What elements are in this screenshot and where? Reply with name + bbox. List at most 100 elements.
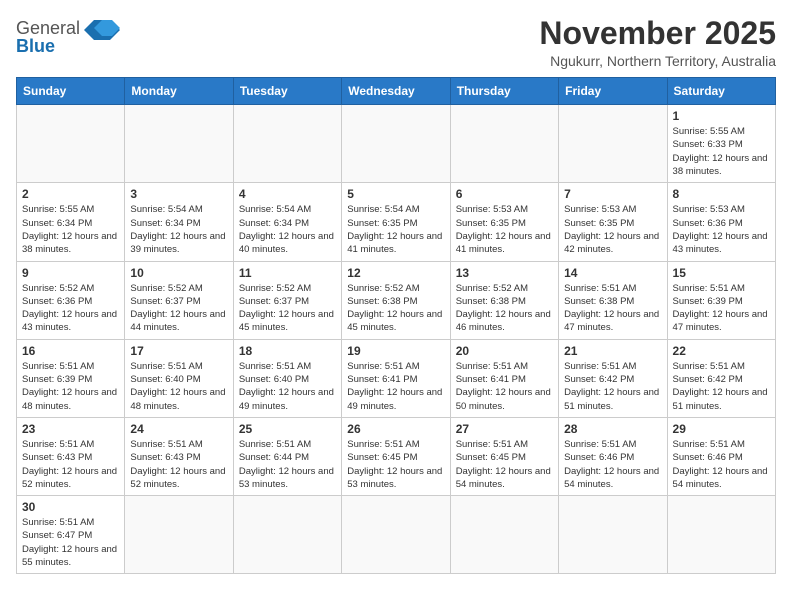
day-number: 26 <box>347 422 444 436</box>
calendar-day-cell: 17 Sunrise: 5:51 AMSunset: 6:40 PMDayligh… <box>125 339 233 417</box>
day-info: Sunrise: 5:51 AMSunset: 6:40 PMDaylight:… <box>130 360 227 413</box>
day-number: 2 <box>22 187 119 201</box>
day-info: Sunrise: 5:51 AMSunset: 6:43 PMDaylight:… <box>22 438 119 491</box>
location-subtitle: Ngukurr, Northern Territory, Australia <box>539 53 776 69</box>
calendar-day-cell: 26 Sunrise: 5:51 AMSunset: 6:45 PMDayligh… <box>342 417 450 495</box>
calendar-day-cell: 20Sunrise: 5:51 AMSunset: 6:41 PMDayligh… <box>450 339 558 417</box>
day-number: 6 <box>456 187 553 201</box>
day-info: Sunrise: 5:52 AMSunset: 6:38 PMDaylight:… <box>456 282 553 335</box>
day-info: Sunrise: 5:52 AMSunset: 6:37 PMDaylight:… <box>130 282 227 335</box>
calendar-day-cell: 10 Sunrise: 5:52 AMSunset: 6:37 PMDayligh… <box>125 261 233 339</box>
calendar-day-cell: 4 Sunrise: 5:54 AMSunset: 6:34 PMDaylight… <box>233 183 341 261</box>
calendar-day-cell <box>17 105 125 183</box>
day-number: 18 <box>239 344 336 358</box>
calendar-day-cell <box>450 105 558 183</box>
month-title: November 2025 <box>539 16 776 51</box>
calendar-day-cell: 12Sunrise: 5:52 AMSunset: 6:38 PMDayligh… <box>342 261 450 339</box>
calendar-day-cell: 2Sunrise: 5:55 AMSunset: 6:34 PMDaylight… <box>17 183 125 261</box>
calendar-day-cell: 1Sunrise: 5:55 AMSunset: 6:33 PMDaylight… <box>667 105 775 183</box>
calendar-day-cell: 7Sunrise: 5:53 AMSunset: 6:35 PMDaylight… <box>559 183 667 261</box>
page-header: General Blue November 2025 Ngukurr, Nort… <box>16 16 776 69</box>
day-number: 10 <box>130 266 227 280</box>
calendar-header-monday: Monday <box>125 78 233 105</box>
calendar-day-cell: 23 Sunrise: 5:51 AMSunset: 6:43 PMDayligh… <box>17 417 125 495</box>
calendar-day-cell: 22Sunrise: 5:51 AMSunset: 6:42 PMDayligh… <box>667 339 775 417</box>
calendar-week-row: 1Sunrise: 5:55 AMSunset: 6:33 PMDaylight… <box>17 105 776 183</box>
day-number: 24 <box>130 422 227 436</box>
calendar-day-cell <box>125 105 233 183</box>
calendar-day-cell <box>667 496 775 574</box>
calendar-day-cell: 16 Sunrise: 5:51 AMSunset: 6:39 PMDayligh… <box>17 339 125 417</box>
day-info: Sunrise: 5:53 AMSunset: 6:36 PMDaylight:… <box>673 203 770 256</box>
day-info: Sunrise: 5:54 AMSunset: 6:34 PMDaylight:… <box>239 203 336 256</box>
calendar-day-cell: 18Sunrise: 5:51 AMSunset: 6:40 PMDayligh… <box>233 339 341 417</box>
calendar-header-thursday: Thursday <box>450 78 558 105</box>
calendar-week-row: 2Sunrise: 5:55 AMSunset: 6:34 PMDaylight… <box>17 183 776 261</box>
logo-text-blue: Blue <box>16 36 55 57</box>
calendar-day-cell: 13 Sunrise: 5:52 AMSunset: 6:38 PMDayligh… <box>450 261 558 339</box>
calendar-week-row: 30 Sunrise: 5:51 AMSunset: 6:47 PMDayligh… <box>17 496 776 574</box>
calendar-day-cell: 19Sunrise: 5:51 AMSunset: 6:41 PMDayligh… <box>342 339 450 417</box>
calendar-table: SundayMondayTuesdayWednesdayThursdayFrid… <box>16 77 776 574</box>
calendar-day-cell: 29Sunrise: 5:51 AMSunset: 6:46 PMDayligh… <box>667 417 775 495</box>
day-info: Sunrise: 5:51 AMSunset: 6:45 PMDaylight:… <box>347 438 444 491</box>
day-info: Sunrise: 5:52 AMSunset: 6:36 PMDaylight:… <box>22 282 119 335</box>
calendar-header-wednesday: Wednesday <box>342 78 450 105</box>
calendar-day-cell: 28 Sunrise: 5:51 AMSunset: 6:46 PMDayligh… <box>559 417 667 495</box>
day-info: Sunrise: 5:51 AMSunset: 6:46 PMDaylight:… <box>564 438 661 491</box>
calendar-day-cell: 25 Sunrise: 5:51 AMSunset: 6:44 PMDayligh… <box>233 417 341 495</box>
logo-icon <box>84 16 120 40</box>
day-number: 19 <box>347 344 444 358</box>
day-info: Sunrise: 5:51 AMSunset: 6:44 PMDaylight:… <box>239 438 336 491</box>
day-number: 23 <box>22 422 119 436</box>
day-info: Sunrise: 5:51 AMSunset: 6:46 PMDaylight:… <box>673 438 770 491</box>
calendar-day-cell <box>233 496 341 574</box>
calendar-day-cell <box>125 496 233 574</box>
day-number: 4 <box>239 187 336 201</box>
day-info: Sunrise: 5:54 AMSunset: 6:34 PMDaylight:… <box>130 203 227 256</box>
day-number: 13 <box>456 266 553 280</box>
day-info: Sunrise: 5:51 AMSunset: 6:47 PMDaylight:… <box>22 516 119 569</box>
day-number: 21 <box>564 344 661 358</box>
day-info: Sunrise: 5:55 AMSunset: 6:33 PMDaylight:… <box>673 125 770 178</box>
day-number: 14 <box>564 266 661 280</box>
day-info: Sunrise: 5:54 AMSunset: 6:35 PMDaylight:… <box>347 203 444 256</box>
calendar-day-cell: 9 Sunrise: 5:52 AMSunset: 6:36 PMDaylight… <box>17 261 125 339</box>
day-number: 11 <box>239 266 336 280</box>
calendar-day-cell: 11 Sunrise: 5:52 AMSunset: 6:37 PMDayligh… <box>233 261 341 339</box>
day-number: 9 <box>22 266 119 280</box>
day-info: Sunrise: 5:51 AMSunset: 6:39 PMDaylight:… <box>22 360 119 413</box>
calendar-header-saturday: Saturday <box>667 78 775 105</box>
calendar-day-cell <box>342 496 450 574</box>
calendar-week-row: 9 Sunrise: 5:52 AMSunset: 6:36 PMDaylight… <box>17 261 776 339</box>
day-info: Sunrise: 5:51 AMSunset: 6:42 PMDaylight:… <box>673 360 770 413</box>
calendar-day-cell: 24 Sunrise: 5:51 AMSunset: 6:43 PMDayligh… <box>125 417 233 495</box>
calendar-day-cell: 14Sunrise: 5:51 AMSunset: 6:38 PMDayligh… <box>559 261 667 339</box>
calendar-day-cell: 27Sunrise: 5:51 AMSunset: 6:45 PMDayligh… <box>450 417 558 495</box>
calendar-day-cell <box>559 496 667 574</box>
day-info: Sunrise: 5:51 AMSunset: 6:39 PMDaylight:… <box>673 282 770 335</box>
calendar-day-cell: 5 Sunrise: 5:54 AMSunset: 6:35 PMDaylight… <box>342 183 450 261</box>
calendar-week-row: 16 Sunrise: 5:51 AMSunset: 6:39 PMDayligh… <box>17 339 776 417</box>
title-area: November 2025 Ngukurr, Northern Territor… <box>539 16 776 69</box>
calendar-day-cell: 21 Sunrise: 5:51 AMSunset: 6:42 PMDayligh… <box>559 339 667 417</box>
calendar-day-cell: 15 Sunrise: 5:51 AMSunset: 6:39 PMDayligh… <box>667 261 775 339</box>
day-number: 3 <box>130 187 227 201</box>
day-number: 16 <box>22 344 119 358</box>
calendar-day-cell <box>559 105 667 183</box>
day-info: Sunrise: 5:52 AMSunset: 6:37 PMDaylight:… <box>239 282 336 335</box>
day-number: 17 <box>130 344 227 358</box>
day-info: Sunrise: 5:53 AMSunset: 6:35 PMDaylight:… <box>564 203 661 256</box>
day-number: 5 <box>347 187 444 201</box>
day-number: 28 <box>564 422 661 436</box>
day-info: Sunrise: 5:51 AMSunset: 6:42 PMDaylight:… <box>564 360 661 413</box>
calendar-day-cell: 8Sunrise: 5:53 AMSunset: 6:36 PMDaylight… <box>667 183 775 261</box>
day-number: 25 <box>239 422 336 436</box>
day-number: 30 <box>22 500 119 514</box>
day-number: 27 <box>456 422 553 436</box>
day-info: Sunrise: 5:51 AMSunset: 6:43 PMDaylight:… <box>130 438 227 491</box>
day-info: Sunrise: 5:51 AMSunset: 6:41 PMDaylight:… <box>456 360 553 413</box>
day-number: 15 <box>673 266 770 280</box>
logo: General Blue <box>16 16 120 57</box>
calendar-header-tuesday: Tuesday <box>233 78 341 105</box>
